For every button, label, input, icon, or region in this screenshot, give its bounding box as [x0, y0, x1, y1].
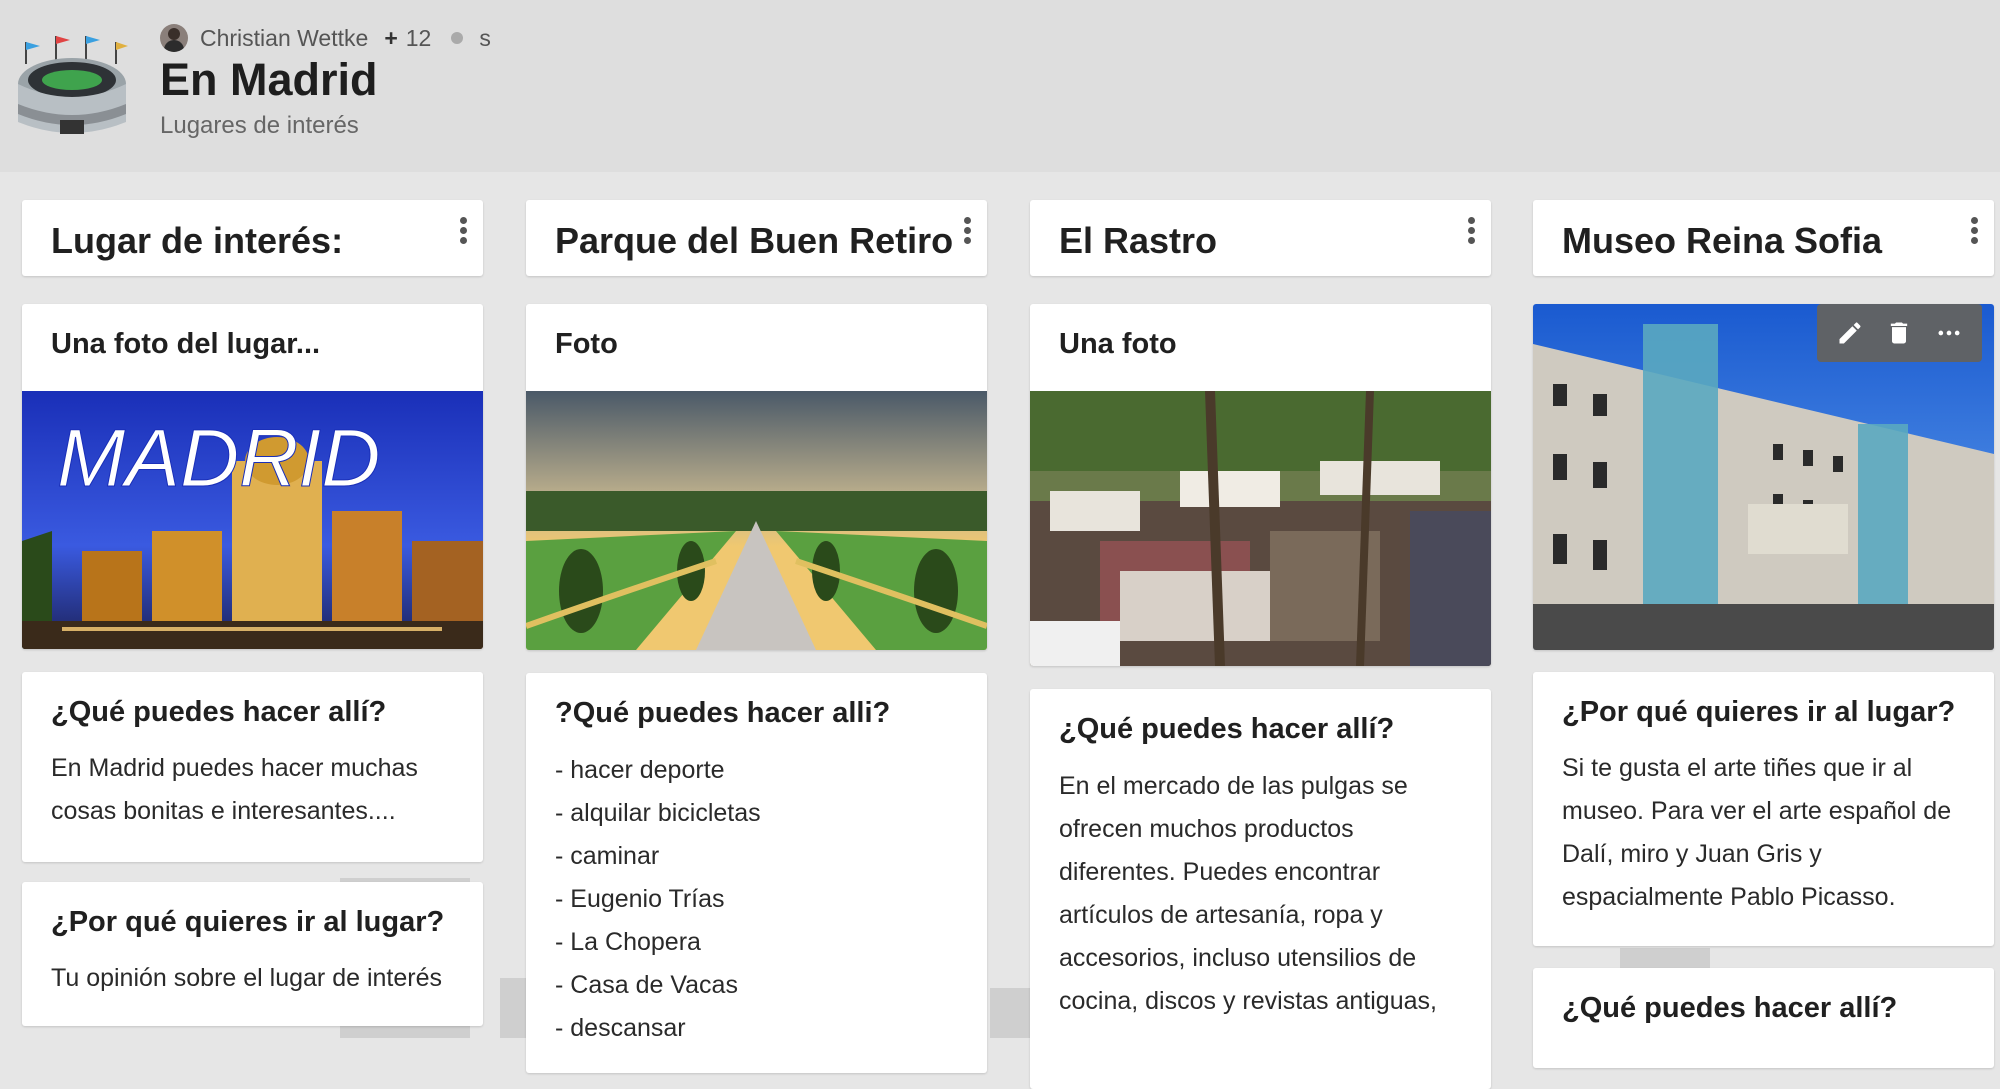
card-toolbar — [1817, 304, 1982, 362]
board-subtitle: Lugares de interés — [160, 112, 359, 139]
list-item: - Casa de Vacas — [555, 971, 738, 999]
list-item: - Eugenio Trías — [555, 885, 725, 913]
post-card[interactable]: ¿Por qué quieres ir al lugar? Tu opinión… — [22, 882, 483, 1026]
column-header: Lugar de interés: — [22, 200, 483, 276]
list-item: - La Chopera — [555, 928, 701, 956]
post-card[interactable]: Foto — [526, 304, 987, 650]
column-lugar: Lugar de interés: Una foto del lugar... … — [22, 200, 483, 1026]
trash-icon[interactable] — [1882, 316, 1916, 350]
author-row: Christian Wettke + 12 s — [160, 24, 491, 52]
card-title: ¿Qué puedes hacer allí? — [1059, 713, 1395, 745]
body-line: diferentes. Puedes encontrar — [1059, 858, 1381, 886]
card-body: - hacer deporte - alquilar bicicletas - … — [526, 730, 987, 1050]
more-vertical-icon[interactable] — [1463, 214, 1479, 248]
body-line: espacialmente Pablo Picasso. — [1562, 883, 1896, 911]
card-title: ¿Por qué quieres ir al lugar? — [1562, 696, 1956, 728]
body-line: museo. Para ver el arte español de — [1562, 797, 1952, 825]
column-title: El Rastro — [1059, 220, 1218, 261]
more-vertical-icon[interactable] — [959, 214, 975, 248]
body-line: Si te gusta el arte tiñes que ir al — [1562, 754, 1913, 782]
card-title: Una foto del lugar... — [51, 328, 321, 360]
body-line: Dalí, miro y Juan Gris y — [1562, 840, 1822, 868]
body-line: ofrecen muchos productos — [1059, 815, 1354, 843]
card-body: Si te gusta el arte tiñes que ir al muse… — [1533, 729, 1994, 919]
list-item: - caminar — [555, 842, 660, 870]
madrid-photo[interactable]: MADRID — [22, 391, 483, 649]
pencil-icon[interactable] — [1833, 316, 1867, 350]
column-retiro: Parque del Buen Retiro Foto ?Qué puedes … — [526, 200, 987, 1073]
plus-icon[interactable]: + — [384, 25, 397, 52]
body-line: En Madrid puedes hacer muchas — [51, 754, 418, 782]
card-body: En Madrid puedes hacer muchas cosas boni… — [22, 729, 483, 833]
post-card[interactable]: ¿Por qué quieres ir al lugar? Si te gust… — [1533, 672, 1994, 946]
avatar[interactable] — [160, 24, 188, 52]
photo-caption: MADRID — [57, 413, 380, 504]
card-title: ¿Qué puedes hacer allí? — [1562, 992, 1898, 1024]
column-title: Lugar de interés: — [51, 220, 344, 261]
card-body: Tu opinión sobre el lugar de interés — [22, 939, 483, 1000]
body-line: En el mercado de las pulgas se — [1059, 772, 1408, 800]
more-vertical-icon[interactable] — [455, 214, 471, 248]
body-line: Tu opinión sobre el lugar de interés — [51, 964, 442, 992]
market-photo[interactable] — [1030, 391, 1491, 666]
post-card[interactable]: ?Qué puedes hacer alli? - hacer deporte … — [526, 673, 987, 1073]
more-vertical-icon[interactable] — [1966, 214, 1982, 248]
list-item: - alquilar bicicletas — [555, 799, 761, 827]
post-card[interactable]: Una foto del lugar... MADRID — [22, 304, 483, 649]
column-reina-sofia: Museo Reina Sofia ¿Por qué quieres ir al… — [1533, 200, 1994, 1068]
card-title: ¿Qué puedes hacer allí? — [51, 696, 387, 728]
separator-dot — [451, 32, 464, 44]
list-item: - hacer deporte — [555, 756, 725, 784]
post-card[interactable]: ¿Qué puedes hacer allí? — [1533, 968, 1994, 1068]
column-title: Parque del Buen Retiro — [555, 220, 954, 261]
stadium-icon — [18, 36, 128, 134]
body-line: artículos de artesanía, ropa y — [1059, 901, 1383, 929]
post-card[interactable] — [1533, 304, 1994, 650]
column-header: El Rastro — [1030, 200, 1491, 276]
contributor-count[interactable]: 12 — [406, 25, 432, 52]
card-title: ¿Por qué quieres ir al lugar? — [51, 906, 445, 938]
card-title: Una foto — [1059, 328, 1177, 360]
body-line: accesorios, incluso utensilios de — [1059, 944, 1417, 972]
park-photo[interactable] — [526, 391, 987, 650]
author-name[interactable]: Christian Wettke — [200, 25, 368, 52]
time-label: s — [479, 24, 491, 51]
board-header: Christian Wettke + 12 s En Madrid Lugare… — [0, 0, 2000, 172]
list-item: - descansar — [555, 1014, 686, 1042]
card-title: ?Qué puedes hacer alli? — [555, 697, 891, 729]
column-title: Museo Reina Sofia — [1562, 220, 1883, 261]
post-card[interactable]: ¿Qué puedes hacer allí? En el mercado de… — [1030, 689, 1491, 1089]
column-rastro: El Rastro Una foto ¿Qué puedes hacer all… — [1030, 200, 1491, 1089]
column-header: Parque del Buen Retiro — [526, 200, 987, 276]
post-card[interactable]: ¿Qué puedes hacer allí? En Madrid puedes… — [22, 672, 483, 862]
post-card[interactable]: Una foto — [1030, 304, 1491, 666]
board-title: En Madrid — [160, 54, 378, 105]
card-body: En el mercado de las pulgas se ofrecen m… — [1030, 746, 1491, 1023]
column-header: Museo Reina Sofia — [1533, 200, 1994, 276]
body-line: cosas bonitas e interesantes.... — [51, 797, 396, 825]
more-horizontal-icon[interactable] — [1932, 316, 1966, 350]
body-line: cocina, discos y revistas antiguas, — [1059, 987, 1437, 1015]
card-title: Foto — [555, 328, 618, 360]
